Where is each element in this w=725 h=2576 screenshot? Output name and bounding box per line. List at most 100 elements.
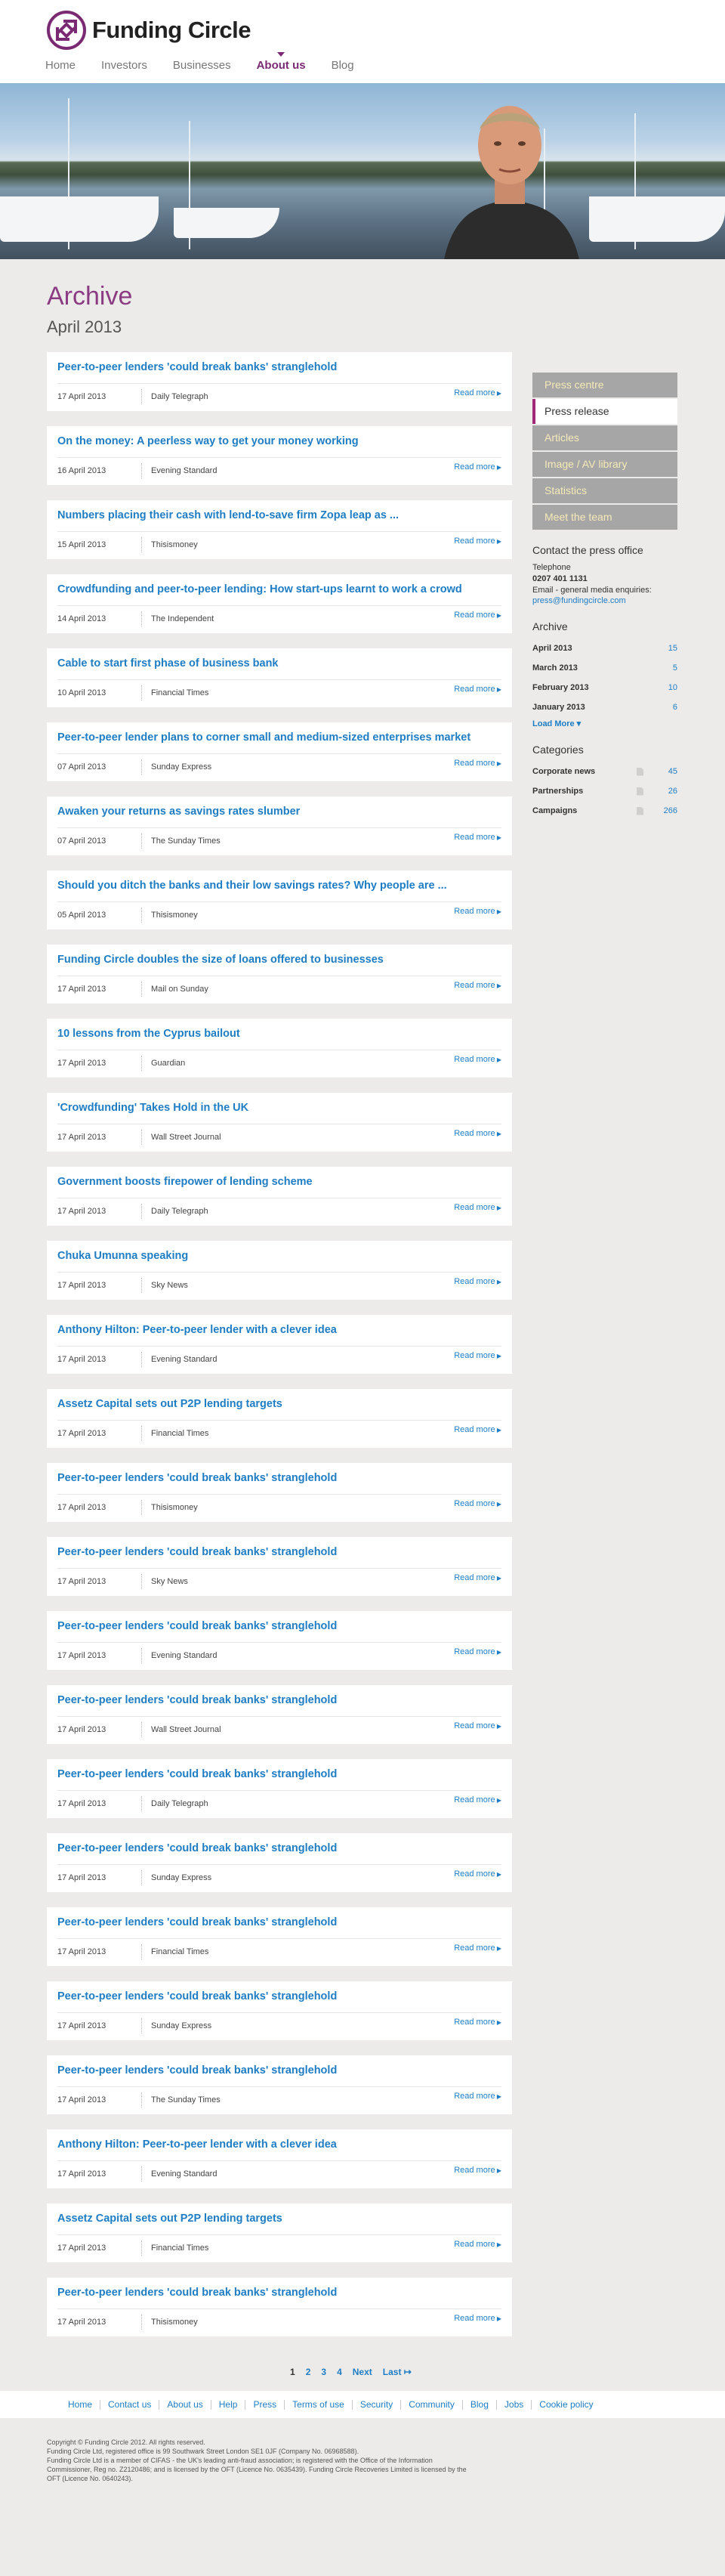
article-title-link[interactable]: Peer-to-peer lenders 'could break banks'… bbox=[57, 2064, 501, 2080]
read-more-link[interactable]: Read more bbox=[454, 1129, 501, 1138]
footer-link-contact-us[interactable]: Contact us bbox=[100, 2399, 160, 2410]
article-title-link[interactable]: Peer-to-peer lenders 'could break banks'… bbox=[57, 1620, 501, 1635]
nav-item-about-us[interactable]: About us bbox=[257, 52, 306, 72]
footer-link-help[interactable]: Help bbox=[211, 2399, 246, 2410]
archive-heading: Archive bbox=[532, 620, 568, 632]
press-email-link[interactable]: press@fundingcircle.com bbox=[532, 596, 626, 605]
archive-item[interactable]: February 2013 10 bbox=[532, 678, 677, 697]
read-more-link[interactable]: Read more bbox=[454, 685, 501, 694]
read-more-link[interactable]: Read more bbox=[454, 2314, 501, 2323]
archive-item[interactable]: April 2013 15 bbox=[532, 639, 677, 658]
article-title-link[interactable]: Funding Circle doubles the size of loans… bbox=[57, 954, 501, 969]
read-more-link[interactable]: Read more bbox=[454, 1573, 501, 1582]
article-title-link[interactable]: Anthony Hilton: Peer-to-peer lender with… bbox=[57, 1324, 501, 1339]
archive-count: 10 bbox=[668, 683, 677, 692]
nav-item-investors[interactable]: Investors bbox=[101, 59, 147, 72]
read-more-link[interactable]: Read more bbox=[454, 462, 501, 472]
article-title-link[interactable]: Cable to start first phase of business b… bbox=[57, 657, 501, 673]
hero-image bbox=[0, 83, 725, 259]
read-more-link[interactable]: Read more bbox=[454, 907, 501, 916]
read-more-link[interactable]: Read more bbox=[454, 1944, 501, 1953]
archive-item[interactable]: March 2013 5 bbox=[532, 658, 677, 678]
footer-link-blog[interactable]: Blog bbox=[463, 2399, 497, 2410]
brand-logo[interactable]: Funding Circle bbox=[47, 11, 251, 50]
category-item[interactable]: Campaigns 266 bbox=[532, 801, 677, 821]
side-menu-item-press-release[interactable]: Press release bbox=[532, 399, 677, 424]
read-more-link[interactable]: Read more bbox=[454, 388, 501, 397]
article-date: 17 April 2013 bbox=[57, 1130, 142, 1145]
read-more-link[interactable]: Read more bbox=[454, 1869, 501, 1879]
footer-link-jobs[interactable]: Jobs bbox=[497, 2399, 532, 2410]
article-title-link[interactable]: Should you ditch the banks and their low… bbox=[57, 880, 501, 895]
article-title-link[interactable]: Awaken your returns as savings rates slu… bbox=[57, 806, 501, 821]
article-title-link[interactable]: Chuka Umunna speaking bbox=[57, 1250, 501, 1265]
article-title-link[interactable]: 'Crowdfunding' Takes Hold in the UK bbox=[57, 1102, 501, 1117]
nav-item-businesses[interactable]: Businesses bbox=[173, 59, 231, 72]
page-link[interactable]: 3 bbox=[321, 2367, 326, 2377]
read-more-link[interactable]: Read more bbox=[454, 2166, 501, 2175]
article-title-link[interactable]: Peer-to-peer lenders 'could break banks'… bbox=[57, 361, 501, 376]
category-item[interactable]: Partnerships 26 bbox=[532, 781, 677, 801]
article-title-link[interactable]: Peer-to-peer lenders 'could break banks'… bbox=[57, 1990, 501, 2005]
page-link[interactable]: 4 bbox=[337, 2367, 342, 2377]
article-date: 17 April 2013 bbox=[57, 1722, 142, 1737]
article-title-link[interactable]: Numbers placing their cash with lend-to-… bbox=[57, 509, 501, 524]
page-link[interactable]: 1 bbox=[290, 2367, 295, 2377]
page-link[interactable]: Next bbox=[353, 2367, 372, 2377]
side-menu-item-meet-the-team[interactable]: Meet the team bbox=[532, 505, 677, 530]
read-more-link[interactable]: Read more bbox=[454, 1647, 501, 1656]
read-more-link[interactable]: Read more bbox=[454, 1203, 501, 1212]
category-item[interactable]: Corporate news 45 bbox=[532, 762, 677, 781]
article-title-link[interactable]: Peer-to-peer lenders 'could break banks'… bbox=[57, 1842, 501, 1857]
side-menu-item-press-centre[interactable]: Press centre bbox=[532, 373, 677, 397]
article-title-link[interactable]: Peer-to-peer lender plans to corner smal… bbox=[57, 731, 501, 747]
read-more-link[interactable]: Read more bbox=[454, 981, 501, 990]
read-more-link[interactable]: Read more bbox=[454, 2018, 501, 2027]
read-more-link[interactable]: Read more bbox=[454, 1499, 501, 1508]
read-more-link[interactable]: Read more bbox=[454, 537, 501, 546]
footer-link-community[interactable]: Community bbox=[401, 2399, 463, 2410]
read-more-link[interactable]: Read more bbox=[454, 1795, 501, 1804]
article-title-link[interactable]: Assetz Capital sets out P2P lending targ… bbox=[57, 1398, 501, 1413]
article-title-link[interactable]: Crowdfunding and peer-to-peer lending: H… bbox=[57, 583, 501, 598]
article-title-link[interactable]: Peer-to-peer lenders 'could break banks'… bbox=[57, 1916, 501, 1931]
side-menu-item-image-av-library[interactable]: Image / AV library bbox=[532, 452, 677, 477]
article-title-link[interactable]: 10 lessons from the Cyprus bailout bbox=[57, 1028, 501, 1043]
article-title-link[interactable]: Peer-to-peer lenders 'could break banks'… bbox=[57, 2287, 501, 2302]
page-link[interactable]: 2 bbox=[306, 2367, 311, 2377]
archive-item[interactable]: January 2013 6 bbox=[532, 697, 677, 717]
read-more-link[interactable]: Read more bbox=[454, 611, 501, 620]
article-date: 17 April 2013 bbox=[57, 1278, 142, 1293]
side-menu-item-articles[interactable]: Articles bbox=[532, 425, 677, 450]
nav-item-home[interactable]: Home bbox=[45, 59, 76, 72]
footer-link-cookie-policy[interactable]: Cookie policy bbox=[532, 2399, 600, 2410]
read-more-link[interactable]: Read more bbox=[454, 1055, 501, 1064]
read-more-link[interactable]: Read more bbox=[454, 1277, 501, 1286]
read-more-link[interactable]: Read more bbox=[454, 2240, 501, 2249]
article-title-link[interactable]: Anthony Hilton: Peer-to-peer lender with… bbox=[57, 2138, 501, 2154]
article-title-link[interactable]: Government boosts firepower of lending s… bbox=[57, 1176, 501, 1191]
read-more-link[interactable]: Read more bbox=[454, 1351, 501, 1360]
article-title-link[interactable]: Peer-to-peer lenders 'could break banks'… bbox=[57, 1472, 501, 1487]
article-title-link[interactable]: Peer-to-peer lenders 'could break banks'… bbox=[57, 1768, 501, 1783]
page-link[interactable]: Last ↦ bbox=[383, 2367, 412, 2377]
legal-line: OFT (Licence No. 0640243). bbox=[47, 2475, 133, 2482]
footer-link-terms-of-use[interactable]: Terms of use bbox=[285, 2399, 353, 2410]
article-source: Financial Times bbox=[151, 2244, 209, 2253]
article-title-link[interactable]: Assetz Capital sets out P2P lending targ… bbox=[57, 2213, 501, 2228]
read-more-link[interactable]: Read more bbox=[454, 1721, 501, 1730]
footer-link-security[interactable]: Security bbox=[353, 2399, 402, 2410]
load-more-link[interactable]: Load More ▾ bbox=[532, 719, 677, 728]
read-more-link[interactable]: Read more bbox=[454, 1425, 501, 1434]
footer-link-about-us[interactable]: About us bbox=[159, 2399, 211, 2410]
article-title-link[interactable]: On the money: A peerless way to get your… bbox=[57, 435, 501, 450]
article-title-link[interactable]: Peer-to-peer lenders 'could break banks'… bbox=[57, 1694, 501, 1709]
read-more-link[interactable]: Read more bbox=[454, 2092, 501, 2101]
read-more-link[interactable]: Read more bbox=[454, 833, 501, 842]
footer-link-home[interactable]: Home bbox=[60, 2399, 101, 2410]
nav-item-blog[interactable]: Blog bbox=[332, 59, 354, 72]
side-menu-item-statistics[interactable]: Statistics bbox=[532, 478, 677, 503]
read-more-link[interactable]: Read more bbox=[454, 759, 501, 768]
footer-link-press[interactable]: Press bbox=[245, 2399, 285, 2410]
article-title-link[interactable]: Peer-to-peer lenders 'could break banks'… bbox=[57, 1546, 501, 1561]
